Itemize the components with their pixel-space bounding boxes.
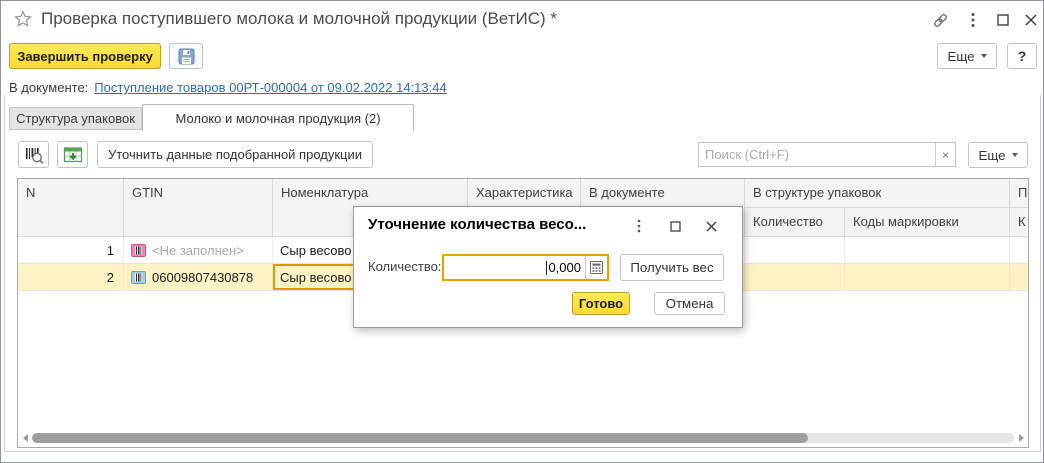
chevron-down-icon bbox=[980, 54, 987, 58]
scroll-left-arrow[interactable] bbox=[18, 429, 32, 446]
gtin-value: 06009807430878 bbox=[152, 269, 254, 285]
fill-table-button[interactable] bbox=[57, 141, 88, 168]
header-in-packaging[interactable]: В структуре упаковок bbox=[745, 179, 1010, 208]
cancel-button[interactable]: Отмена bbox=[654, 292, 725, 315]
cell-n[interactable]: 1 bbox=[18, 237, 124, 263]
gtin-barcode-icon-pink bbox=[131, 243, 146, 257]
header-group-p: П К bbox=[1010, 179, 1028, 237]
tab-milk-products[interactable]: Молоко и молочная продукция (2) bbox=[142, 104, 414, 131]
more-button-top[interactable]: Еще bbox=[937, 43, 997, 69]
title-bar: Проверка поступившего молока и молочной … bbox=[1, 1, 1043, 37]
more-button-panel[interactable]: Еще bbox=[968, 142, 1028, 168]
done-button[interactable]: Готово bbox=[572, 292, 630, 315]
dialog-more-icon[interactable] bbox=[630, 218, 648, 234]
document-line: В документе: Поступление товаров 00РТ-00… bbox=[9, 80, 447, 95]
table-import-icon bbox=[63, 146, 82, 162]
floppy-icon bbox=[178, 48, 194, 64]
get-weight-button[interactable]: Получить вес bbox=[620, 254, 724, 281]
cell-gtin[interactable]: <Не заполнен> bbox=[124, 237, 273, 263]
cell-gtin[interactable]: 06009807430878 bbox=[124, 264, 273, 290]
cell-p[interactable] bbox=[1010, 264, 1028, 290]
scan-barcode-button[interactable] bbox=[18, 141, 49, 168]
save-button[interactable] bbox=[169, 43, 203, 69]
chevron-down-icon bbox=[1011, 153, 1018, 157]
scroll-right-arrow[interactable] bbox=[1014, 429, 1028, 446]
cell-p[interactable] bbox=[1010, 237, 1028, 263]
cell-marking-codes[interactable] bbox=[845, 264, 1010, 290]
header-group-packaging: В структуре упаковок Количество Коды мар… bbox=[745, 179, 1010, 237]
gtin-barcode-icon-blue bbox=[131, 270, 146, 284]
header-marking-codes[interactable]: Коды маркировки bbox=[845, 208, 1010, 237]
close-icon[interactable] bbox=[1020, 9, 1042, 31]
favorite-star-icon[interactable] bbox=[14, 10, 32, 28]
search-input[interactable] bbox=[699, 143, 935, 166]
refine-products-button[interactable]: Уточнить данные подобранной продукции bbox=[97, 141, 373, 168]
search-clear-icon[interactable]: × bbox=[935, 143, 955, 166]
quantity-label: Количество: bbox=[368, 259, 442, 274]
gtin-value: <Не заполнен> bbox=[152, 242, 244, 258]
document-label: В документе: bbox=[9, 80, 89, 95]
quantity-dialog: Уточнение количества весо... Количество:… bbox=[353, 206, 743, 328]
dialog-close-icon[interactable] bbox=[702, 218, 720, 234]
scrollbar-thumb[interactable] bbox=[32, 432, 808, 443]
window-more-icon[interactable] bbox=[962, 9, 984, 31]
tab-packaging-structure[interactable]: Структура упаковок bbox=[9, 107, 142, 130]
text-cursor bbox=[546, 260, 548, 275]
cell-quantity[interactable] bbox=[745, 264, 845, 290]
dialog-title: Уточнение количества весо... bbox=[368, 216, 587, 233]
horizontal-scrollbar[interactable] bbox=[18, 429, 1028, 446]
header-gtin[interactable]: GTIN bbox=[124, 179, 273, 237]
help-button[interactable]: ? bbox=[1007, 43, 1037, 69]
header-quantity[interactable]: Количество bbox=[745, 208, 845, 237]
calculator-icon bbox=[590, 261, 603, 274]
dialog-maximize-icon[interactable] bbox=[666, 218, 684, 234]
app-window: Проверка поступившего молока и молочной … bbox=[0, 0, 1044, 463]
calculator-button[interactable] bbox=[585, 256, 607, 279]
quantity-value: 0,000 bbox=[548, 260, 581, 275]
get-link-icon[interactable] bbox=[929, 9, 951, 31]
cell-marking-codes[interactable] bbox=[845, 237, 1010, 263]
quantity-input[interactable]: 0,000 bbox=[442, 254, 609, 281]
header-k[interactable]: К bbox=[1010, 208, 1028, 237]
document-link[interactable]: Поступление товаров 00РТ-000004 от 09.02… bbox=[94, 80, 446, 95]
header-n[interactable]: N bbox=[18, 179, 124, 237]
maximize-icon[interactable] bbox=[992, 9, 1014, 31]
search-box: × bbox=[698, 142, 956, 167]
window-title: Проверка поступившего молока и молочной … bbox=[41, 9, 557, 28]
cell-quantity[interactable] bbox=[745, 237, 845, 263]
barcode-scan-icon bbox=[25, 147, 44, 164]
scrollbar-track[interactable] bbox=[32, 432, 1014, 443]
header-p[interactable]: П bbox=[1010, 179, 1028, 208]
finish-check-button[interactable]: Завершить проверку bbox=[9, 43, 161, 69]
cell-n[interactable]: 2 bbox=[18, 264, 124, 290]
